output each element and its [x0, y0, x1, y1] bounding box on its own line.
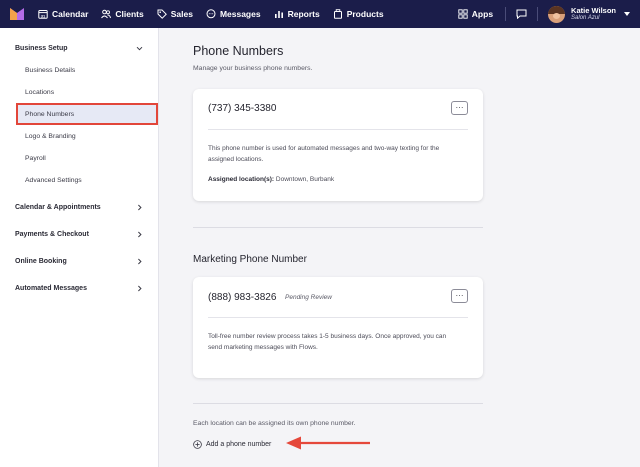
avatar[interactable]: [548, 5, 566, 23]
plus-circle-icon: [193, 440, 202, 449]
nav-label: Clients: [115, 9, 144, 19]
settings-sidebar: Business Setup Business Details Location…: [0, 28, 159, 467]
calendar-icon: 31: [38, 10, 48, 19]
products-icon: [333, 9, 342, 19]
phone-number-card: (737) 345-3380 ··· This phone number is …: [193, 89, 483, 201]
card-divider: [208, 129, 468, 130]
user-org: Salon Azul: [571, 14, 600, 21]
chevron-right-icon[interactable]: [136, 258, 143, 265]
nav-label: Products: [346, 9, 384, 19]
chat-bubble-icon[interactable]: [516, 9, 527, 19]
sidebar-item-payroll[interactable]: Payroll: [25, 155, 46, 162]
phone-number: (737) 345-3380: [208, 103, 277, 114]
nav-calendar[interactable]: 31 Calendar: [38, 9, 88, 19]
sidebar-item-logo-branding[interactable]: Logo & Branding: [25, 133, 76, 140]
apps-button[interactable]: Apps: [458, 9, 493, 19]
main-content: Phone Numbers Manage your business phone…: [160, 28, 640, 467]
nav-right-group: Apps Katie Wilson Salon Azul: [458, 0, 640, 28]
sidebar-item-business-details[interactable]: Business Details: [25, 67, 75, 74]
chevron-right-icon[interactable]: [136, 231, 143, 238]
card-description: This phone number is used for automated …: [208, 145, 440, 163]
chevron-right-icon[interactable]: [136, 285, 143, 292]
user-info[interactable]: Katie Wilson Salon Azul: [571, 7, 616, 21]
nav-clients[interactable]: Clients: [101, 9, 144, 19]
messages-icon: [206, 9, 216, 19]
nav-label: Reports: [287, 9, 320, 19]
reports-icon: [274, 11, 283, 18]
nav-label: Calendar: [52, 9, 89, 19]
sidebar-section-online-booking[interactable]: Online Booking: [15, 258, 67, 265]
section-divider: [193, 227, 483, 228]
marketing-phone-number: (888) 983-3826: [208, 292, 277, 303]
sidebar-item-advanced-settings[interactable]: Advanced Settings: [25, 177, 82, 184]
nav-label: Messages: [219, 9, 261, 19]
apps-label: Apps: [471, 9, 494, 19]
annotation-arrow-icon: [286, 436, 370, 450]
marketing-phone-card: (888) 983-3826 Pending Review ··· Toll-f…: [193, 277, 483, 378]
status-badge: Pending Review: [285, 294, 332, 301]
footer-note: Each location can be assigned its own ph…: [193, 420, 356, 427]
sidebar-section-payments-checkout[interactable]: Payments & Checkout: [15, 231, 89, 238]
top-navigation: 31 Calendar Clients Sales Messages Repor…: [0, 0, 640, 28]
card-description: Toll-free number review process takes 1-…: [208, 333, 447, 351]
brand-logo[interactable]: [10, 8, 24, 20]
more-options-button[interactable]: ···: [451, 101, 468, 115]
chevron-down-icon[interactable]: [624, 12, 630, 16]
sidebar-section-business-setup[interactable]: Business Setup: [15, 45, 68, 52]
sidebar-item-locations[interactable]: Locations: [25, 89, 54, 96]
tag-icon: [157, 9, 167, 19]
user-name: Katie Wilson: [571, 5, 616, 15]
nav-messages[interactable]: Messages: [206, 9, 261, 19]
section-divider: [193, 403, 483, 404]
card-divider: [208, 317, 468, 318]
chevron-down-icon[interactable]: [136, 45, 143, 52]
sidebar-section-calendar-appointments[interactable]: Calendar & Appointments: [15, 204, 101, 211]
clients-icon: [101, 9, 112, 19]
apps-grid-icon: [458, 9, 468, 19]
page-subtitle: Manage your business phone numbers.: [193, 65, 313, 72]
sidebar-section-automated-messages[interactable]: Automated Messages: [15, 285, 87, 292]
nav-divider: [537, 7, 539, 21]
assigned-locations-value: Downtown, Burbank: [275, 176, 335, 183]
svg-text:31: 31: [41, 13, 46, 18]
nav-label: Sales: [170, 9, 193, 19]
page-title: Phone Numbers: [193, 44, 284, 58]
nav-divider: [505, 7, 507, 21]
add-phone-number-label: Add a phone number: [206, 441, 272, 448]
chevron-right-icon[interactable]: [136, 204, 143, 211]
assigned-locations-label: Assigned location(s):: [208, 176, 275, 183]
assigned-locations: Assigned location(s): Downtown, Burbank: [208, 176, 334, 183]
nav-reports[interactable]: Reports: [274, 9, 320, 19]
more-options-button[interactable]: ···: [451, 289, 468, 303]
nav-products[interactable]: Products: [333, 9, 384, 19]
sidebar-item-phone-numbers[interactable]: Phone Numbers: [25, 111, 74, 118]
add-phone-number-link[interactable]: Add a phone number: [193, 440, 271, 449]
marketing-section-title: Marketing Phone Number: [193, 254, 307, 265]
nav-sales[interactable]: Sales: [157, 9, 193, 19]
